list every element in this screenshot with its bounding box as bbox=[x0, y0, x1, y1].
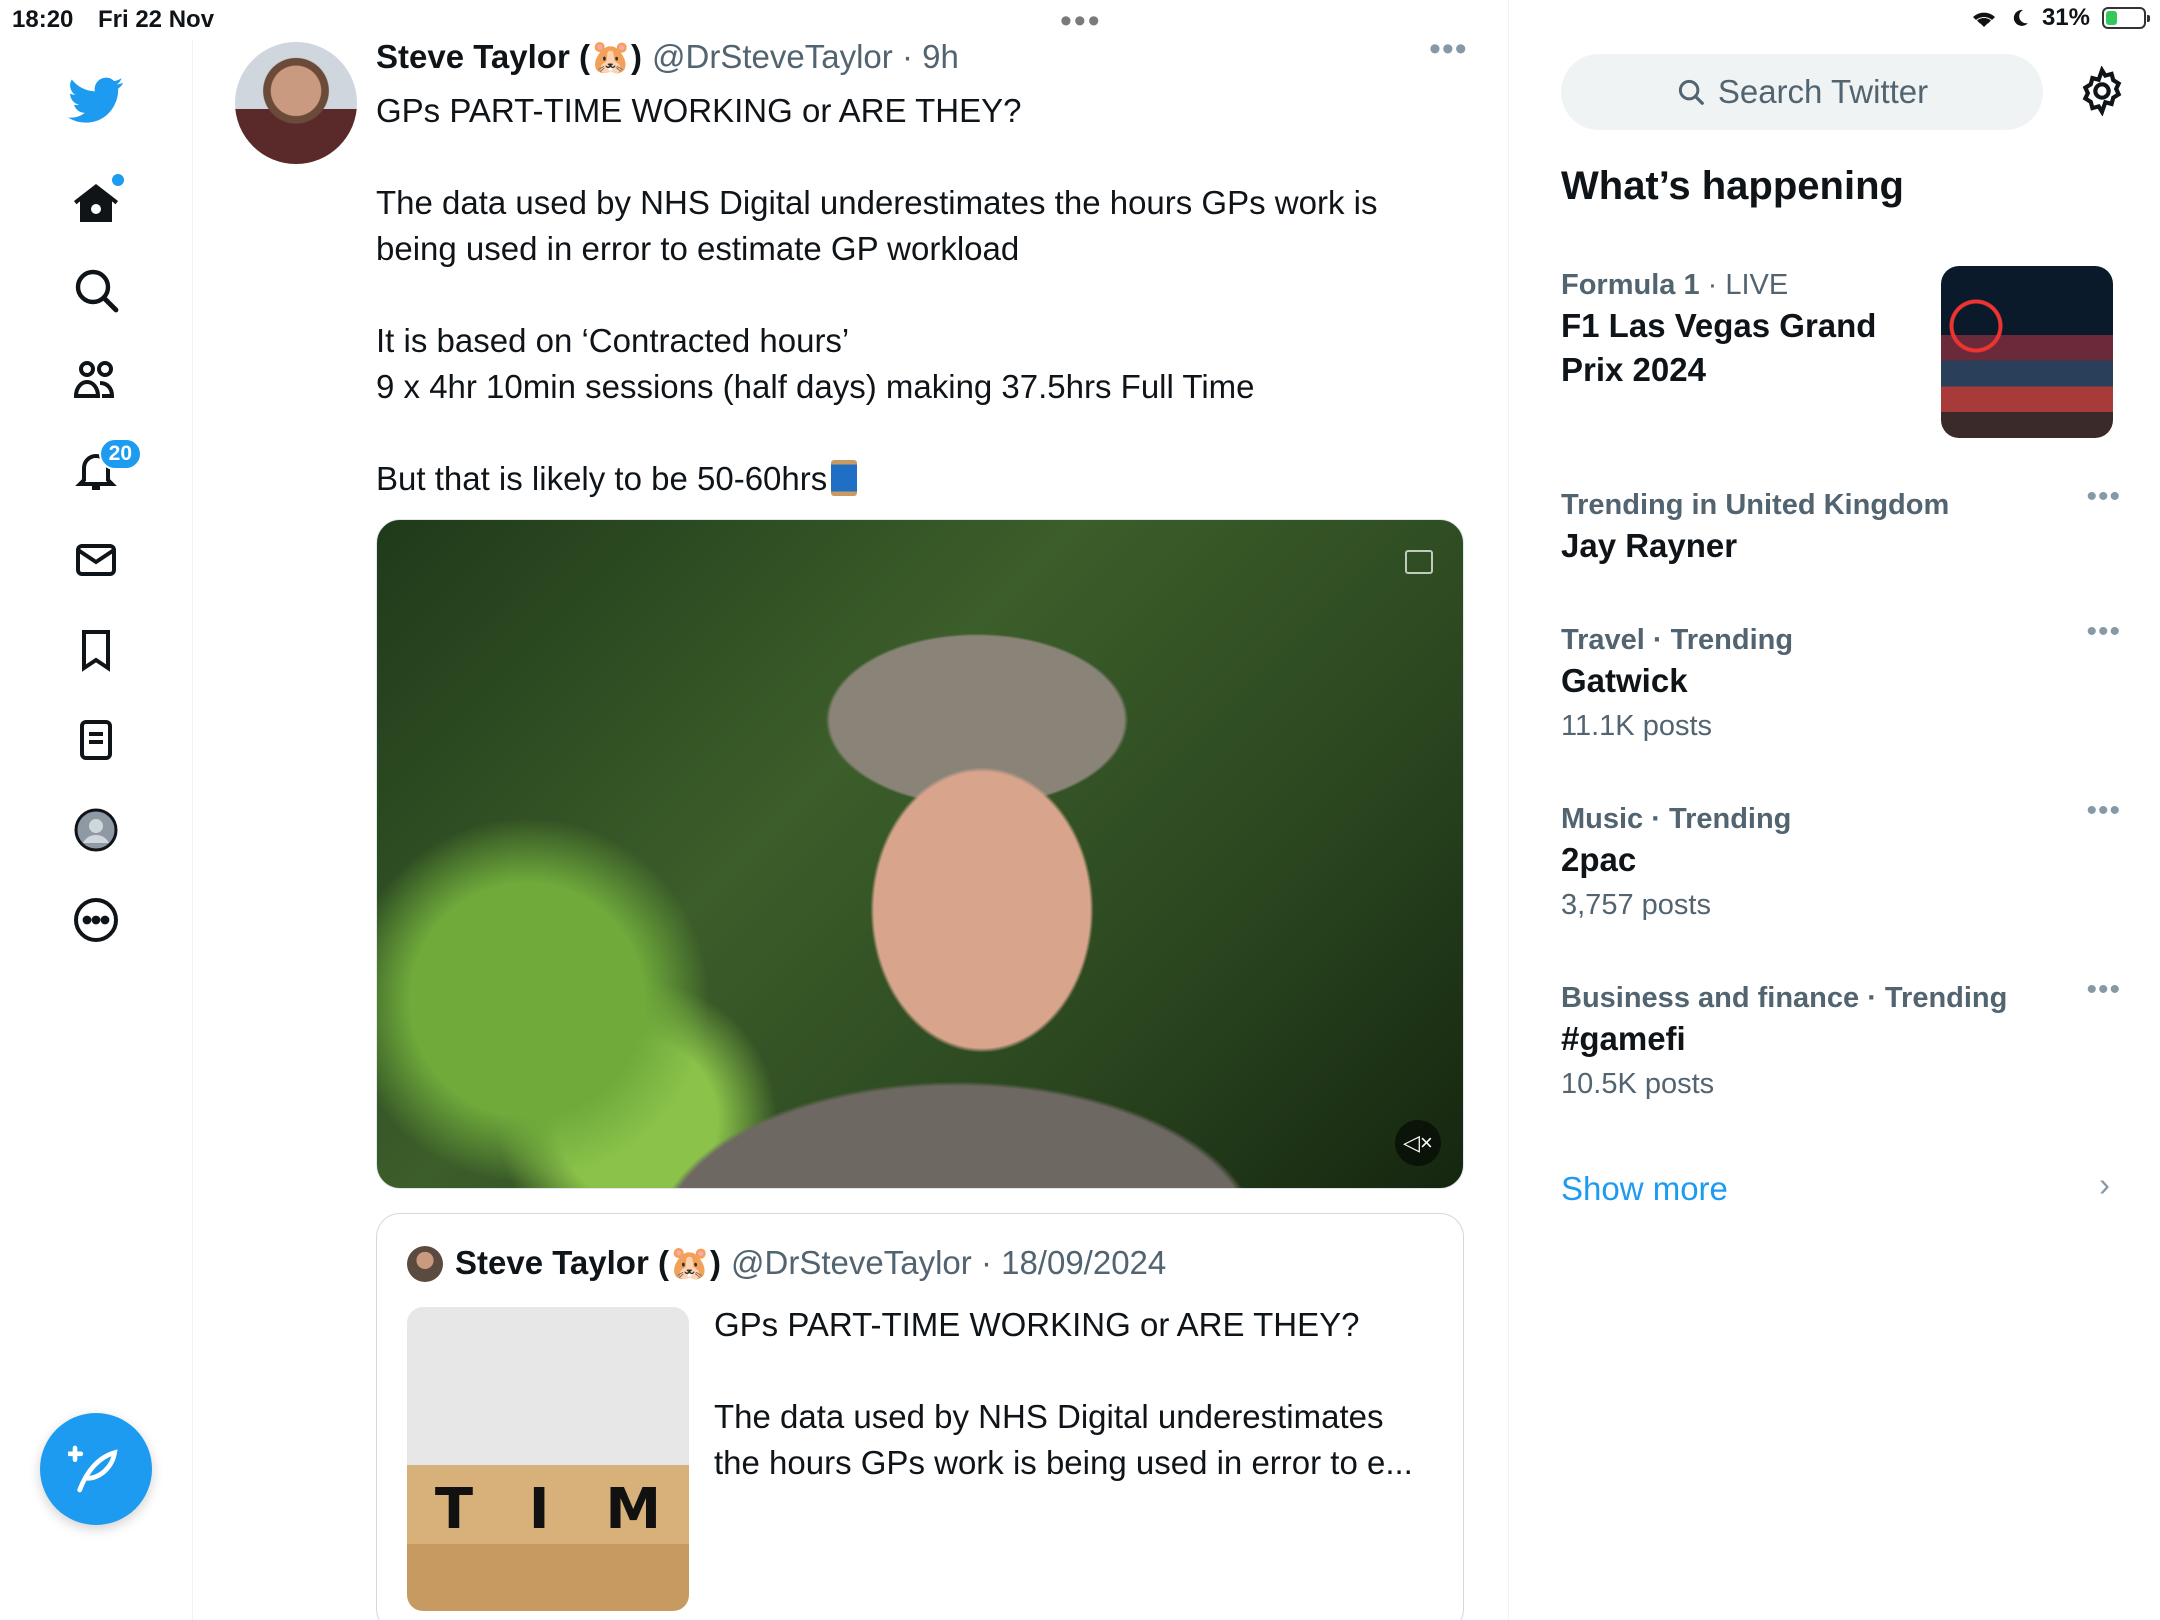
messages-icon bbox=[76, 544, 116, 576]
tweet-more-options-icon[interactable]: ••• bbox=[1429, 30, 1468, 69]
thread-spool-emoji-icon bbox=[831, 460, 858, 496]
tweet-video[interactable]: ◁× bbox=[376, 519, 1464, 1189]
more-icon bbox=[74, 898, 118, 942]
moon-icon bbox=[2013, 9, 2028, 26]
trend-category-label: Formula 1 bbox=[1561, 269, 1700, 301]
tweet-paragraph: The data used by NHS Digital underestima… bbox=[376, 184, 1378, 267]
search-placeholder: Search Twitter bbox=[1717, 73, 1929, 110]
quote-paragraph: GPs PART-TIME WORKING or ARE THEY? bbox=[714, 1306, 1360, 1343]
compose-tweet-button[interactable] bbox=[40, 1413, 152, 1525]
author-name[interactable]: Steve Taylor (🐹) bbox=[376, 38, 642, 77]
trend-post-count: 10.5K posts bbox=[1561, 1068, 1715, 1100]
trend-more-options-icon[interactable]: ••• bbox=[2086, 615, 2121, 649]
thumb-blocks: T I M bbox=[407, 1477, 689, 1542]
trend-post-count: 3,757 posts bbox=[1561, 889, 1711, 921]
nav-messages[interactable] bbox=[62, 526, 130, 594]
nav-explore[interactable] bbox=[62, 256, 130, 324]
trend-more-options-icon[interactable]: ••• bbox=[2086, 794, 2121, 828]
communities-icon bbox=[73, 361, 115, 398]
trend-post-count: 11.1K posts bbox=[1561, 710, 1713, 742]
quote-paragraph: The data used by NHS Digital underestima… bbox=[714, 1398, 1413, 1481]
trend-item-2pac[interactable]: Music · Trending 2pac 3,757 posts ••• bbox=[1561, 794, 2121, 926]
bookmarks-icon bbox=[82, 630, 110, 672]
nav-communities[interactable] bbox=[62, 346, 130, 414]
trend-thumbnail[interactable] bbox=[1941, 266, 2113, 438]
compose-feather-icon bbox=[68, 1445, 118, 1493]
trend-item-jay-rayner[interactable]: Trending in United Kingdom Jay Rayner ••… bbox=[1561, 480, 2121, 568]
quote-text: GPs PART-TIME WORKING or ARE THEY? The d… bbox=[714, 1302, 1434, 1532]
chevron-right-icon[interactable]: › bbox=[2099, 1166, 2110, 1204]
trend-category: Business and finance · Trending bbox=[1561, 982, 2008, 1014]
author-handle[interactable]: @DrSteveTaylor · 9h bbox=[652, 38, 959, 77]
battery-percent: 31% bbox=[2041, 4, 2090, 31]
thumb-letter: I bbox=[528, 1477, 550, 1542]
quote-author-name: Steve Taylor (🐹) bbox=[455, 1244, 722, 1281]
mute-icon[interactable]: ◁× bbox=[1395, 1120, 1441, 1166]
status-time: 18:20 bbox=[12, 6, 74, 33]
trend-name: Gatwick bbox=[1561, 662, 1688, 699]
trend-name: #gamefi bbox=[1561, 1020, 1686, 1057]
twitter-logo-icon[interactable] bbox=[62, 66, 130, 134]
trend-more-options-icon[interactable]: ••• bbox=[2086, 973, 2121, 1007]
search-input[interactable]: Search Twitter bbox=[1561, 54, 2043, 130]
nav-profile[interactable] bbox=[62, 796, 130, 864]
show-more-link[interactable]: Show more bbox=[1561, 1170, 1728, 1208]
thumb-letter: M bbox=[605, 1477, 662, 1542]
profile-icon bbox=[74, 808, 118, 852]
trend-category: Formula 1 · LIVE bbox=[1561, 266, 1931, 304]
trend-category: Trending in United Kingdom bbox=[1561, 489, 1950, 521]
tweet-paragraph-last: But that is likely to be 50-60hrs bbox=[376, 456, 1476, 502]
nav-lists[interactable] bbox=[62, 706, 130, 774]
trend-live-label: · LIVE bbox=[1707, 269, 1789, 301]
caption-icon[interactable] bbox=[1405, 550, 1433, 574]
trend-name: Jay Rayner bbox=[1561, 527, 1738, 564]
quoted-tweet[interactable]: Steve Taylor (🐹) @DrSteveTaylor · 18/09/… bbox=[376, 1213, 1464, 1620]
quote-author-handle: @DrSteveTaylor · 18/09/2024 bbox=[731, 1244, 1167, 1281]
quote-header: Steve Taylor (🐹) @DrSteveTaylor · 18/09/… bbox=[455, 1244, 1166, 1283]
wifi-icon bbox=[1972, 12, 1995, 27]
trend-item-gatwick[interactable]: Travel · Trending Gatwick 11.1K posts ••… bbox=[1561, 615, 2121, 747]
quote-thumbnail: T I M bbox=[407, 1307, 689, 1611]
tweet-paragraph: But that is likely to be 50-60hrs bbox=[376, 460, 828, 497]
home-icon bbox=[74, 184, 118, 222]
lists-icon bbox=[80, 720, 112, 760]
search-icon bbox=[1678, 79, 1704, 105]
trend-more-options-icon[interactable]: ••• bbox=[2086, 480, 2121, 514]
notifications-badge: 20 bbox=[98, 438, 142, 470]
right-sidebar: Search Twitter What’s happening Formula … bbox=[1509, 40, 2160, 1620]
trend-name: F1 Las Vegas Grand Prix 2024 bbox=[1561, 307, 1877, 388]
nav-notifications[interactable]: 20 bbox=[62, 436, 142, 504]
tweet-header: Steve Taylor (🐹) @DrSteveTaylor · 9h bbox=[376, 38, 959, 77]
search-icon bbox=[75, 269, 119, 313]
quote-author-avatar bbox=[407, 1246, 443, 1282]
nav-more[interactable] bbox=[62, 886, 130, 954]
main-timeline: Steve Taylor (🐹) @DrSteveTaylor · 9h •••… bbox=[193, 0, 1509, 1620]
thumb-letter: T bbox=[434, 1477, 474, 1542]
author-avatar[interactable] bbox=[235, 42, 357, 164]
trend-item-f1[interactable]: Formula 1 · LIVE F1 Las Vegas Grand Prix… bbox=[1561, 266, 1931, 392]
left-nav: 20 bbox=[0, 40, 193, 1620]
settings-gear-icon[interactable] bbox=[2077, 66, 2127, 116]
nav-home[interactable] bbox=[62, 170, 130, 238]
battery-icon bbox=[2102, 7, 2150, 29]
status-indicators: 31% bbox=[1970, 4, 2150, 32]
nav-bookmarks[interactable] bbox=[62, 616, 130, 684]
trend-category: Music · Trending bbox=[1561, 803, 1792, 835]
trend-category: Travel · Trending bbox=[1561, 624, 1794, 656]
tweet-text: GPs PART-TIME WORKING or ARE THEY? The d… bbox=[376, 88, 1476, 548]
tweet-paragraph: It is based on ‘Contracted hours’ 9 x 4h… bbox=[376, 322, 1255, 405]
trend-item-gamefi[interactable]: Business and finance · Trending #gamefi … bbox=[1561, 973, 2121, 1105]
trend-name: 2pac bbox=[1561, 841, 1637, 878]
whats-happening-title: What’s happening bbox=[1561, 164, 1904, 208]
home-unread-dot bbox=[112, 174, 124, 186]
tweet-paragraph: GPs PART-TIME WORKING or ARE THEY? bbox=[376, 92, 1022, 129]
